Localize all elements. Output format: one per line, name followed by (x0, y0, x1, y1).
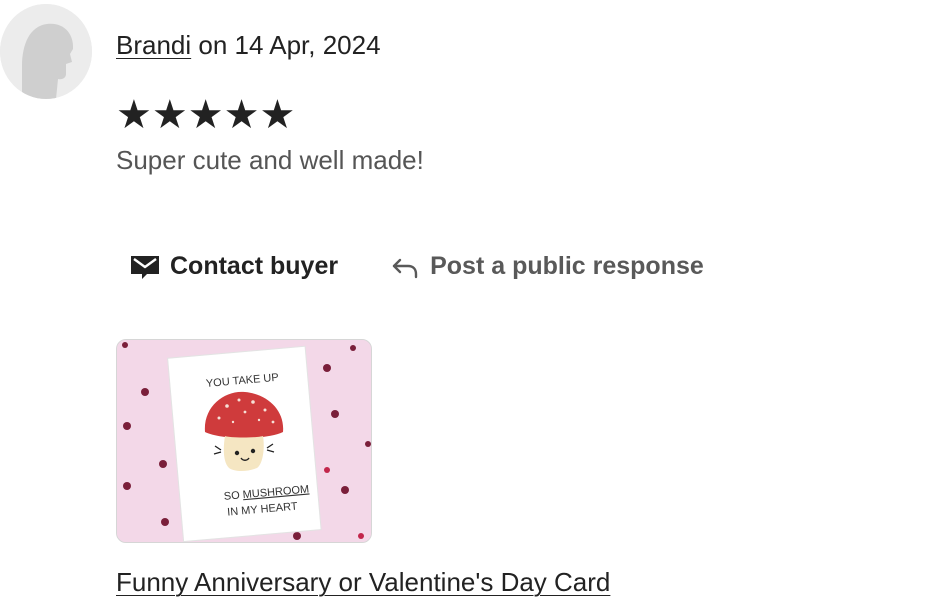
contact-buyer-button[interactable]: Contact buyer (130, 251, 338, 281)
product-title-link[interactable]: Funny Anniversary or Valentine's Day Car… (116, 565, 610, 599)
review-date: on 14 Apr, 2024 (191, 30, 381, 60)
review-actions: Contact buyer Post a public response (130, 246, 704, 286)
product-thumbnail[interactable]: YOU TAKE UP SO MUSHROOM IN MY HEART (116, 339, 372, 543)
contact-buyer-label: Contact buyer (170, 251, 339, 280)
star-rating: ★★★★★ (116, 93, 296, 137)
review-header: Brandi on 14 Apr, 2024 (116, 28, 381, 62)
post-public-response-label: Post a public response (430, 251, 704, 280)
reviewer-avatar (0, 4, 92, 99)
post-public-response-button[interactable]: Post a public response (390, 251, 704, 281)
mail-icon (131, 256, 159, 279)
reviewer-name-link[interactable]: Brandi (116, 30, 191, 60)
product-card-image: YOU TAKE UP SO MUSHROOM IN MY HEART (117, 340, 371, 542)
default-user-avatar-icon (0, 4, 92, 99)
review-text: Super cute and well made! (116, 145, 424, 175)
reply-arrow-icon (392, 258, 418, 279)
